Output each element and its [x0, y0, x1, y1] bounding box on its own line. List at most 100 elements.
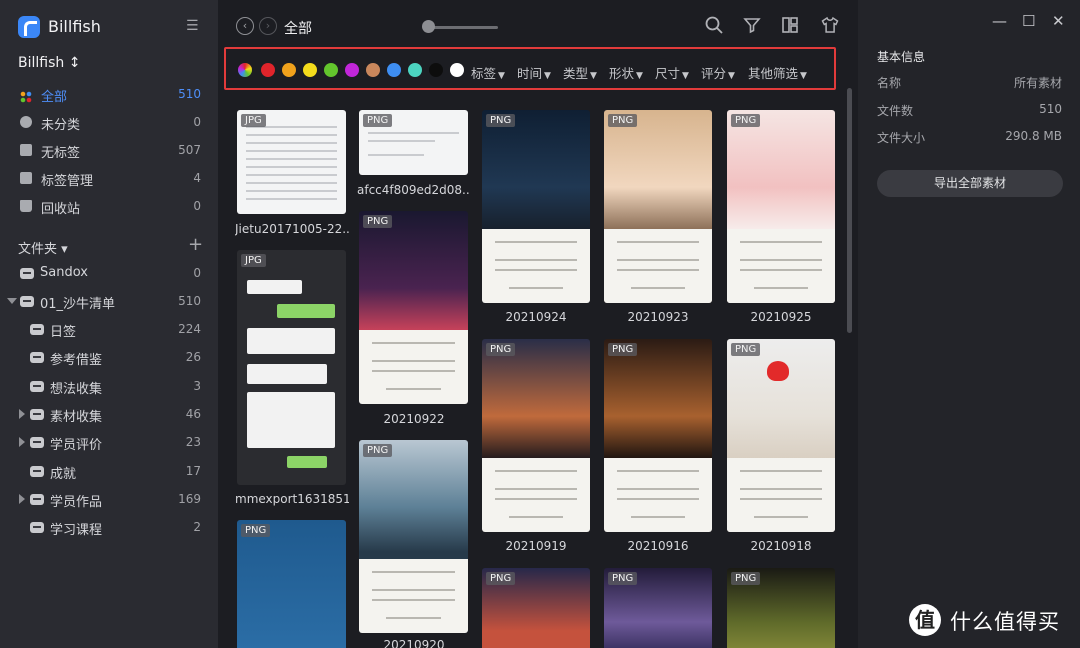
layout-icon[interactable] — [780, 16, 800, 36]
library-switcher[interactable]: Billfish ↕ — [18, 55, 80, 71]
color-swatch[interactable] — [324, 63, 338, 77]
sidebar-item-all[interactable]: 全部 510 — [0, 81, 218, 107]
filter-shape-dropdown[interactable]: 形状 ▼ — [609, 63, 643, 82]
file-type-badge: PNG — [608, 114, 638, 127]
search-icon[interactable] — [704, 16, 724, 36]
asset-thumbnail[interactable]: PNG — [604, 110, 712, 303]
color-swatch[interactable] — [345, 63, 359, 77]
filter-type-dropdown[interactable]: 类型 ▼ — [563, 63, 597, 82]
asset-thumbnail[interactable]: PNG — [727, 110, 835, 303]
folder-item[interactable]: 学员作品 169 — [0, 486, 218, 512]
zoom-slider-track[interactable] — [428, 26, 498, 29]
asset-thumbnail[interactable]: PNG — [727, 339, 835, 532]
filter-rating-dropdown[interactable]: 评分 ▼ — [701, 63, 735, 82]
billfish-logo-icon — [18, 16, 40, 38]
back-button[interactable]: ‹ — [236, 17, 254, 35]
filter-tags-dropdown[interactable]: 标签 ▼ — [471, 63, 505, 82]
asset-thumbnail[interactable]: PNG — [727, 568, 835, 648]
pie-chart-icon — [20, 116, 32, 128]
file-type-badge: JPG — [241, 254, 266, 267]
folder-count: 26 — [185, 350, 201, 364]
asset-name: 20210919 — [505, 539, 567, 553]
sidebar-item-label: 未分类 — [41, 118, 81, 133]
skin-theme-icon[interactable] — [820, 16, 840, 36]
sidebar-item-tag-manager[interactable]: 标签管理 4 — [0, 165, 218, 191]
app-title: Billfish — [48, 17, 101, 36]
trash-icon — [20, 200, 32, 212]
menu-list-icon[interactable]: ☰ — [186, 19, 204, 33]
info-value: 所有素材 — [1013, 76, 1062, 90]
folder-count: 23 — [185, 435, 201, 449]
file-type-badge: PNG — [486, 114, 516, 127]
color-swatch[interactable] — [429, 63, 443, 77]
asset-thumbnail[interactable]: PNG — [482, 568, 590, 648]
folder-item[interactable]: 素材收集 46 — [0, 401, 218, 427]
export-all-button[interactable]: 导出全部素材 — [877, 170, 1063, 197]
filter-size-dropdown[interactable]: 尺寸 ▼ — [655, 63, 689, 82]
file-type-badge: PNG — [608, 343, 638, 356]
color-swatch[interactable] — [261, 63, 275, 77]
sidebar-item-count: 4 — [193, 171, 201, 185]
folder-count: 510 — [178, 294, 201, 308]
color-swatch[interactable] — [387, 63, 401, 77]
folder-item[interactable]: 01_沙牛清单 510 — [0, 288, 218, 314]
asset-thumbnail[interactable]: PNG — [482, 110, 590, 303]
folder-item[interactable]: Sandox 0 — [0, 260, 218, 286]
sidebar-item-untagged[interactable]: 无标签 507 — [0, 137, 218, 163]
folder-label: 参考借鉴 — [50, 353, 103, 368]
folder-count: 224 — [178, 322, 201, 336]
asset-thumbnail[interactable]: PNG — [359, 110, 468, 175]
asset-thumbnail[interactable]: PNG — [359, 440, 468, 633]
color-swatch[interactable] — [450, 63, 464, 77]
asset-name: 20210925 — [750, 310, 812, 324]
zoom-slider-handle[interactable] — [422, 20, 435, 33]
asset-thumbnail[interactable]: PNG — [604, 568, 712, 648]
close-button[interactable]: ✕ — [1052, 12, 1065, 30]
folder-icon — [30, 381, 44, 392]
asset-name: 20210916 — [627, 539, 689, 553]
asset-thumbnail[interactable]: PNG — [604, 339, 712, 532]
maximize-button[interactable]: ☐ — [1022, 12, 1035, 30]
filter-other-dropdown[interactable]: 其他筛选 ▼ — [748, 63, 807, 82]
asset-thumbnail[interactable]: PNG — [359, 211, 468, 404]
asset-thumbnail[interactable]: JPG — [237, 110, 346, 214]
grid-scrollbar[interactable] — [847, 88, 852, 333]
folder-count: 17 — [185, 464, 201, 478]
info-section-title: 基本信息 — [877, 50, 926, 64]
expand-caret-icon[interactable] — [7, 298, 17, 304]
color-swatch-multicolor[interactable] — [238, 63, 252, 77]
asset-thumbnail[interactable]: PNG — [482, 339, 590, 532]
filter-icon[interactable] — [742, 16, 762, 36]
asset-thumbnail[interactable]: PNG — [237, 520, 346, 648]
sidebar-item-trash[interactable]: 回收站 0 — [0, 193, 218, 219]
folder-icon — [20, 268, 34, 279]
folder-item[interactable]: 想法收集 3 — [0, 373, 218, 399]
filter-time-dropdown[interactable]: 时间 ▼ — [517, 63, 551, 82]
folder-item[interactable]: 成就 17 — [0, 458, 218, 484]
info-label: 文件大小 — [877, 131, 926, 145]
folder-item[interactable]: 日签 224 — [0, 316, 218, 342]
minimize-button[interactable]: — — [992, 12, 1007, 30]
folder-item[interactable]: 学员评价 23 — [0, 429, 218, 455]
info-row-file-size: 文件大小 290.8 MB — [877, 129, 1062, 147]
expand-caret-icon[interactable] — [19, 409, 25, 419]
color-swatch[interactable] — [408, 63, 422, 77]
sidebar-item-uncategorized[interactable]: 未分类 0 — [0, 109, 218, 135]
add-folder-button[interactable]: + — [188, 234, 203, 255]
tag-manage-icon — [20, 172, 32, 184]
asset-thumbnail[interactable]: JPG — [237, 250, 346, 485]
watermark-logo: 值 — [909, 604, 941, 636]
forward-button[interactable]: › — [259, 17, 277, 35]
folder-item[interactable]: 学习课程 2 — [0, 514, 218, 540]
color-swatch[interactable] — [282, 63, 296, 77]
folders-header[interactable]: 文件夹 ▾ — [18, 238, 68, 257]
asset-name: 20210920 — [383, 638, 445, 648]
breadcrumb: 全部 — [284, 21, 312, 37]
folder-item[interactable]: 参考借鉴 26 — [0, 344, 218, 370]
expand-caret-icon[interactable] — [19, 494, 25, 504]
file-type-badge: PNG — [363, 444, 393, 457]
expand-caret-icon[interactable] — [19, 437, 25, 447]
watermark-text: 什么值得买 — [950, 610, 1060, 634]
color-swatch[interactable] — [303, 63, 317, 77]
color-swatch[interactable] — [366, 63, 380, 77]
